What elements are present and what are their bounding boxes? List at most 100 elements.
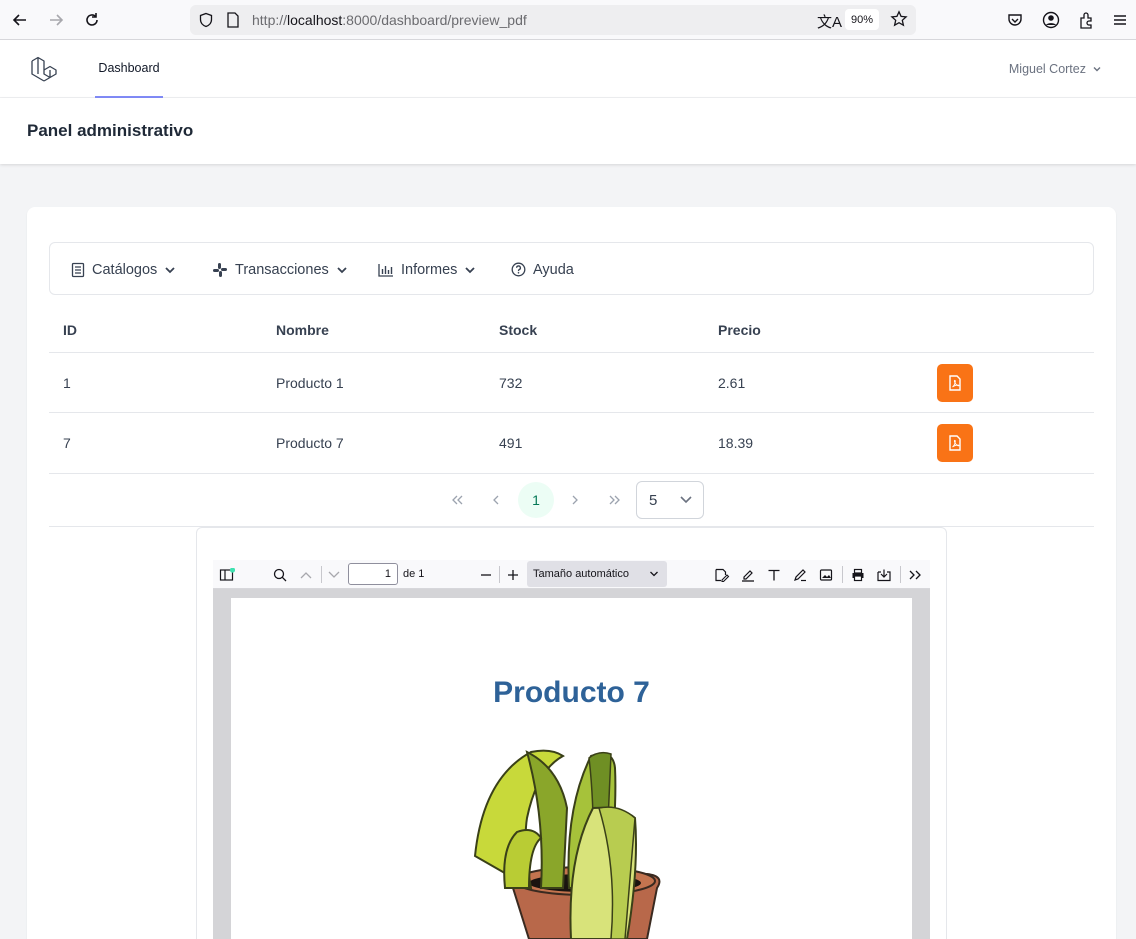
- user-menu[interactable]: Miguel Cortez: [1009, 62, 1102, 76]
- scale-select-value: Tamaño automático: [533, 568, 629, 580]
- page-header: Panel administrativo: [0, 98, 1136, 164]
- bar-chart-icon: [378, 263, 393, 277]
- prev-page-icon[interactable]: [296, 565, 316, 585]
- pocket-icon[interactable]: [1003, 8, 1027, 32]
- menu-transacciones[interactable]: Transacciones: [212, 243, 348, 296]
- sidebar-toggle-icon[interactable]: [217, 565, 237, 585]
- next-page-button[interactable]: [557, 482, 593, 518]
- chevron-down-icon: [680, 496, 692, 504]
- image-icon[interactable]: [816, 565, 836, 585]
- scale-select[interactable]: Tamaño automático: [527, 561, 667, 587]
- text-tool-icon[interactable]: [764, 565, 784, 585]
- nav-dashboard-link[interactable]: Dashboard: [95, 40, 163, 98]
- rows-per-page-value: 5: [649, 492, 658, 509]
- back-icon[interactable]: [8, 8, 32, 32]
- row-divider: [49, 412, 1094, 413]
- cell-precio: 18.39: [718, 435, 754, 451]
- pdf-preview-button[interactable]: [937, 424, 973, 462]
- user-name: Miguel Cortez: [1008, 62, 1086, 76]
- menu-icon[interactable]: [1108, 8, 1132, 32]
- chevron-down-icon: [465, 266, 476, 273]
- pdf-page: Producto 7: [231, 598, 912, 939]
- menu-informes[interactable]: Informes: [378, 243, 476, 296]
- menu-catalogos-label: Catálogos: [92, 261, 158, 278]
- cell-nombre: Producto 7: [276, 435, 344, 451]
- highlight-icon[interactable]: [738, 565, 758, 585]
- chevron-down-icon: [337, 266, 347, 273]
- file-pdf-icon: [949, 435, 961, 451]
- pdf-document-title: Producto 7: [493, 676, 650, 709]
- chevron-right-icon: [572, 495, 578, 505]
- pdf-preview-button[interactable]: [937, 364, 973, 402]
- bookmark-star-icon[interactable]: [890, 10, 908, 33]
- toolbar-separator: [499, 566, 500, 583]
- menu-ayuda-label: Ayuda: [533, 261, 574, 278]
- search-icon[interactable]: [270, 565, 290, 585]
- row-divider: [49, 473, 1094, 474]
- extensions-icon[interactable]: [1075, 8, 1099, 32]
- rows-per-page-dropdown[interactable]: 5: [636, 481, 704, 519]
- cell-stock: 732: [499, 375, 523, 391]
- laravel-logo-icon[interactable]: [28, 53, 60, 90]
- cell-precio: 2.61: [718, 375, 746, 391]
- more-tools-icon[interactable]: [905, 565, 925, 585]
- url-prefix: http://: [252, 12, 288, 28]
- prev-page-button[interactable]: [478, 482, 514, 518]
- column-header-id[interactable]: ID: [63, 322, 77, 338]
- chevron-left-icon: [493, 495, 499, 505]
- page-button-current[interactable]: 1: [518, 482, 554, 518]
- cell-nombre: Producto 1: [276, 375, 344, 391]
- chevrons-right-icon: [609, 495, 620, 505]
- plant-pot-image: [473, 749, 661, 939]
- print-icon[interactable]: [848, 565, 868, 585]
- menu-transacciones-label: Transacciones: [235, 261, 329, 278]
- page-info-icon[interactable]: [226, 12, 240, 33]
- menu-ayuda[interactable]: Ayuda: [511, 243, 574, 296]
- cell-id: 7: [63, 435, 71, 451]
- save-icon[interactable]: [874, 565, 894, 585]
- reload-icon[interactable]: [80, 8, 104, 32]
- url-text: http://localhost:8000/dashboard/preview_…: [252, 12, 527, 28]
- book-icon: [71, 262, 85, 277]
- sign-icon[interactable]: [712, 565, 732, 585]
- menu-informes-label: Informes: [401, 261, 458, 278]
- pdf-toolbar: 1 de 1 Tamaño automático: [213, 560, 930, 589]
- last-page-button[interactable]: [597, 482, 633, 518]
- row-divider: [49, 352, 1094, 353]
- app-navbar: Dashboard Miguel Cortez: [0, 40, 1136, 98]
- page-number-input[interactable]: 1: [348, 563, 398, 585]
- toolbar-separator: [321, 566, 322, 583]
- slack-icon: [213, 262, 227, 277]
- file-pdf-icon: [949, 375, 961, 391]
- shield-icon[interactable]: [198, 12, 214, 33]
- zoom-out-icon[interactable]: [476, 565, 496, 585]
- toolbar-separator: [900, 566, 901, 583]
- url-host: localhost: [287, 12, 343, 28]
- account-icon[interactable]: [1039, 8, 1063, 32]
- cell-id: 1: [63, 375, 71, 391]
- column-header-stock[interactable]: Stock: [499, 322, 537, 338]
- question-circle-icon: [511, 262, 526, 277]
- chevron-down-icon: [165, 266, 175, 273]
- draw-icon[interactable]: [790, 565, 810, 585]
- menu-catalogos[interactable]: Catálogos: [71, 243, 176, 296]
- menubar: Catálogos Transacciones Informes Ayuda: [49, 242, 1094, 295]
- browser-toolbar: http://localhost:8000/dashboard/preview_…: [0, 0, 1136, 40]
- chevrons-left-icon: [452, 495, 463, 505]
- column-header-nombre[interactable]: Nombre: [276, 322, 329, 338]
- first-page-button[interactable]: [439, 482, 475, 518]
- forward-icon[interactable]: [44, 8, 68, 32]
- page-title: Panel administrativo: [27, 121, 194, 140]
- chevron-down-icon: [1093, 67, 1101, 72]
- cell-stock: 491: [499, 435, 523, 451]
- url-path: :8000/dashboard/preview_pdf: [342, 12, 527, 28]
- address-bar[interactable]: http://localhost:8000/dashboard/preview_…: [190, 5, 916, 35]
- chevron-down-icon: [650, 571, 658, 577]
- next-page-icon[interactable]: [324, 565, 344, 585]
- toolbar-separator: [842, 566, 843, 583]
- translate-icon[interactable]: 文A: [817, 11, 842, 32]
- zoom-in-icon[interactable]: [503, 565, 523, 585]
- page-count-label: de 1: [403, 568, 425, 580]
- zoom-badge[interactable]: 90%: [845, 9, 879, 30]
- column-header-precio[interactable]: Precio: [718, 322, 761, 338]
